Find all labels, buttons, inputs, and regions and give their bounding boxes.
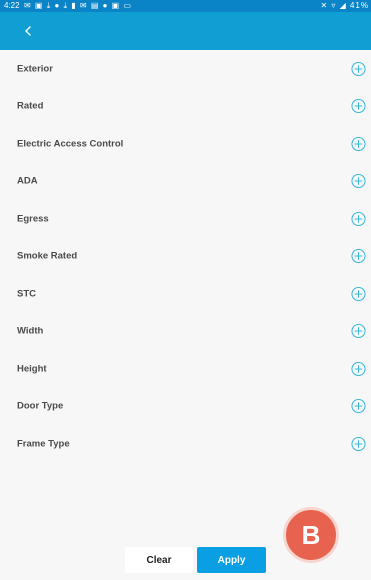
- filter-label: Smoke Rated: [17, 250, 78, 262]
- annotation-marker-b: B: [283, 507, 339, 563]
- plus-circle-icon[interactable]: [351, 436, 366, 451]
- filter-label: Frame Type: [17, 438, 70, 450]
- filter-row-electric-access-control[interactable]: Electric Access Control: [0, 125, 371, 163]
- filter-row-frame-type[interactable]: Frame Type: [0, 425, 371, 463]
- back-button[interactable]: [18, 21, 38, 41]
- plus-circle-icon[interactable]: [351, 99, 366, 114]
- plus-circle-icon[interactable]: [351, 136, 366, 151]
- filter-row-exterior[interactable]: Exterior: [0, 50, 371, 88]
- filter-label: Exterior: [17, 63, 53, 75]
- filter-label: Egress: [17, 213, 49, 225]
- chevron-left-icon: [25, 26, 31, 36]
- plus-circle-icon[interactable]: [351, 174, 366, 189]
- filter-row-width[interactable]: Width: [0, 313, 371, 351]
- filter-label: Rated: [17, 100, 44, 112]
- filter-row-height[interactable]: Height: [0, 350, 371, 388]
- filter-row-smoke-rated[interactable]: Smoke Rated: [0, 238, 371, 276]
- app-bar: [0, 12, 371, 50]
- plus-circle-icon[interactable]: [351, 399, 366, 414]
- filter-row-ada[interactable]: ADA: [0, 163, 371, 201]
- filter-row-door-type[interactable]: Door Type: [0, 388, 371, 426]
- filter-label: Width: [17, 325, 44, 337]
- apply-button[interactable]: Apply: [197, 547, 266, 573]
- filter-label: Height: [17, 363, 47, 375]
- status-time: 4:22: [4, 1, 20, 10]
- filter-row-stc[interactable]: STC: [0, 275, 371, 313]
- plus-circle-icon[interactable]: [351, 324, 366, 339]
- plus-circle-icon[interactable]: [351, 211, 366, 226]
- clear-button[interactable]: Clear: [125, 547, 193, 573]
- filter-row-egress[interactable]: Egress: [0, 200, 371, 238]
- filter-label: Door Type: [17, 400, 64, 412]
- filter-row-rated[interactable]: Rated: [0, 88, 371, 126]
- plus-circle-icon[interactable]: [351, 286, 366, 301]
- status-bar: 4:22 ✉ ▣ ⤓ ● ⤓ ▮ ✉ ▤ ● ▣ ▭ ✕ ▿ ◢ 41%: [0, 0, 371, 12]
- filter-label: ADA: [17, 175, 38, 187]
- plus-circle-icon[interactable]: [351, 61, 366, 76]
- filter-list: Exterior Rated Electric Access Control A…: [0, 50, 371, 463]
- filter-label: Electric Access Control: [17, 138, 124, 150]
- notification-icons: ✉ ▣ ⤓ ● ⤓ ▮ ✉ ▤ ● ▣ ▭: [24, 1, 133, 10]
- filter-label: STC: [17, 288, 36, 300]
- plus-circle-icon[interactable]: [351, 249, 366, 264]
- plus-circle-icon[interactable]: [351, 361, 366, 376]
- status-right-icons: ✕ ▿ ◢ 41%: [320, 1, 369, 10]
